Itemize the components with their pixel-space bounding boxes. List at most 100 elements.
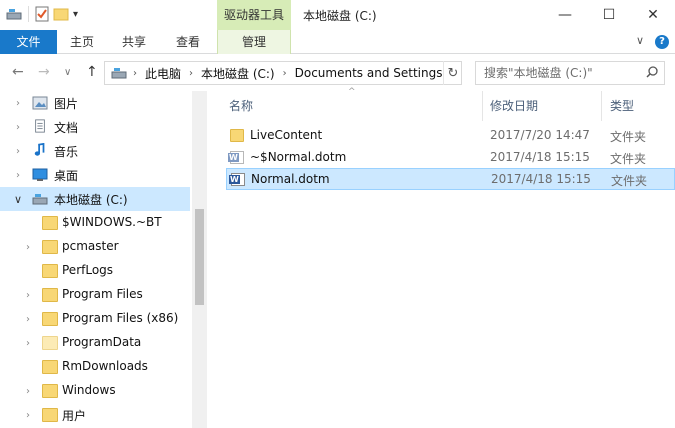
expand-chevron-icon[interactable]: › (16, 146, 20, 157)
folder-icon (42, 408, 58, 422)
up-arrow-icon[interactable]: ↑ (86, 64, 98, 80)
collapse-chevron-icon[interactable]: ∨ (14, 193, 22, 206)
expand-chevron-icon[interactable]: › (26, 386, 30, 397)
breadcrumb-local-disk[interactable]: 本地磁盘 (C:) (201, 65, 275, 82)
expand-chevron-icon[interactable]: › (16, 170, 20, 181)
file-name: Normal.dotm (251, 172, 330, 186)
folder-icon (42, 240, 58, 254)
ribbon-tabs: 文件 主页 共享 查看 管理 ∨ ? (0, 30, 675, 54)
navigation-scrollbar[interactable] (192, 91, 207, 428)
close-button[interactable]: ✕ (631, 0, 675, 30)
address-row: ← → ∨ ↑ › 此电脑 › 本地磁盘 (C:) › Documents an… (0, 55, 675, 91)
breadcrumb-documents-and-settings[interactable]: Documents and Settings (295, 66, 443, 80)
column-divider[interactable] (601, 91, 602, 121)
recent-locations-icon[interactable]: ∨ (64, 67, 71, 78)
sidebar-item-desktop[interactable]: › 桌面 (0, 163, 190, 187)
file-date: 2017/4/18 15:15 (490, 150, 590, 164)
sidebar-item-local-disk-c[interactable]: ∨ 本地磁盘 (C:) (0, 187, 190, 211)
customize-qat-icon[interactable]: ▾ (73, 9, 78, 20)
maximize-button[interactable]: ☐ (587, 0, 631, 30)
address-bar[interactable]: › 此电脑 › 本地磁盘 (C:) › Documents and Settin… (104, 61, 462, 85)
sidebar-item-windows-bt[interactable]: $WINDOWS.~BT (0, 211, 190, 235)
sidebar-item-label: RmDownloads (62, 359, 148, 373)
column-header-type[interactable]: 类型 (610, 97, 634, 114)
folder-icon (42, 312, 58, 326)
sidebar-item-rmdownloads[interactable]: RmDownloads (0, 355, 190, 379)
quick-access-toolbar: ▾ (6, 6, 78, 22)
breadcrumb-chevron-icon[interactable]: › (133, 68, 137, 79)
folder-icon (42, 336, 58, 350)
back-arrow-icon[interactable]: ← (12, 64, 24, 80)
sidebar-item-label: PerfLogs (62, 263, 114, 277)
navigation-pane: › 图片 › 文档 › 音乐 › 桌面 ∨ 本地磁盘 (C:) $WINDOWS… (0, 91, 208, 428)
documents-icon (35, 119, 45, 133)
folder-icon (42, 216, 58, 230)
sidebar-item-windows[interactable]: › Windows (0, 379, 190, 403)
collapse-ribbon-icon[interactable]: ∨ (636, 34, 644, 47)
search-icon[interactable] (646, 66, 658, 78)
file-date: 2017/4/18 15:15 (491, 172, 591, 186)
folder-icon (42, 360, 58, 374)
file-row[interactable]: LiveContent 2017/7/20 14:47 文件夹 (226, 125, 675, 147)
sidebar-item-programdata[interactable]: › ProgramData (0, 331, 190, 355)
folder-icon (42, 288, 58, 302)
sidebar-item-label: pcmaster (62, 239, 119, 253)
scrollbar-thumb[interactable] (195, 209, 204, 305)
file-type: 文件夹 (610, 130, 647, 144)
expand-chevron-icon[interactable]: › (26, 314, 30, 325)
sidebar-item-label: $WINDOWS.~BT (62, 215, 162, 229)
expand-chevron-icon[interactable]: › (26, 242, 30, 253)
refresh-icon[interactable]: ↻ (443, 61, 462, 85)
drive-icon (32, 194, 48, 205)
expand-chevron-icon[interactable]: › (16, 98, 20, 109)
expand-chevron-icon[interactable]: › (26, 338, 30, 349)
forward-arrow-icon[interactable]: → (38, 64, 50, 80)
minimize-button[interactable]: — (543, 0, 587, 30)
breadcrumb-chevron-icon[interactable]: › (189, 68, 193, 79)
sidebar-item-label: 图片 (54, 97, 79, 111)
expand-chevron-icon[interactable]: › (26, 290, 30, 301)
new-folder-icon[interactable] (53, 7, 69, 21)
sidebar-item-music[interactable]: › 音乐 (0, 139, 190, 163)
sidebar-item-program-files-x86[interactable]: › Program Files (x86) (0, 307, 190, 331)
sidebar-item-pictures[interactable]: › 图片 (0, 91, 190, 115)
drive-icon (111, 68, 127, 79)
tab-home[interactable]: 主页 (62, 30, 102, 54)
sidebar-item-label: 文档 (54, 121, 79, 135)
drive-properties-icon[interactable] (6, 7, 22, 21)
sidebar-item-program-files[interactable]: › Program Files (0, 283, 190, 307)
column-header-date[interactable]: 修改日期 (490, 97, 538, 114)
file-list-pane: ^ 名称 修改日期 类型 LiveContent 2017/7/20 14:47… (212, 87, 675, 428)
properties-check-icon[interactable] (35, 6, 49, 22)
tab-view[interactable]: 查看 (166, 30, 210, 54)
search-box[interactable] (475, 61, 665, 85)
file-name: ~$Normal.dotm (250, 150, 347, 164)
title-bar: ▾ 驱动器工具 本地磁盘 (C:) — ☐ ✕ (0, 0, 675, 30)
folder-icon (230, 129, 244, 142)
tab-share[interactable]: 共享 (114, 30, 154, 54)
sidebar-item-label: Windows (62, 383, 116, 397)
sidebar-item-documents[interactable]: › 文档 (0, 115, 190, 139)
sidebar-item-users[interactable]: › 用户 (0, 403, 190, 427)
window-title: 本地磁盘 (C:) (303, 9, 377, 23)
sidebar-item-pcmaster[interactable]: › pcmaster (0, 235, 190, 259)
help-icon[interactable]: ? (655, 35, 669, 49)
expand-chevron-icon[interactable]: › (16, 122, 20, 133)
file-row-selected[interactable]: Normal.dotm 2017/4/18 15:15 文件夹 (226, 168, 675, 190)
sidebar-item-label: ProgramData (62, 335, 142, 349)
tab-manage[interactable]: 管理 (217, 30, 291, 54)
tab-file[interactable]: 文件 (0, 30, 57, 54)
file-row[interactable]: ~$Normal.dotm 2017/4/18 15:15 文件夹 (226, 147, 675, 169)
sidebar-item-label: 桌面 (54, 169, 79, 183)
breadcrumb-this-pc[interactable]: 此电脑 (145, 65, 181, 82)
sidebar-item-perflogs[interactable]: PerfLogs (0, 259, 190, 283)
breadcrumb-chevron-icon[interactable]: › (283, 68, 287, 79)
file-type: 文件夹 (610, 152, 647, 166)
music-icon (34, 143, 45, 156)
word-template-icon (229, 173, 245, 186)
search-input[interactable] (476, 62, 636, 84)
drive-tools-context-tab: 驱动器工具 (217, 0, 291, 30)
column-divider[interactable] (482, 91, 483, 121)
column-header-name[interactable]: 名称 (229, 97, 253, 114)
expand-chevron-icon[interactable]: › (26, 410, 30, 421)
